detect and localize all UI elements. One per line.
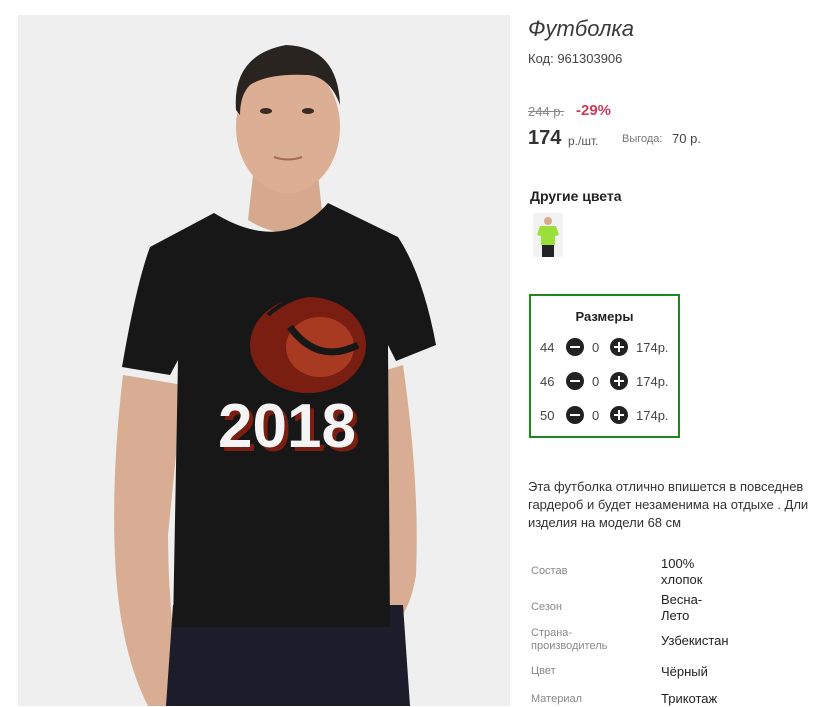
spec-value: Весна- Лето [661,592,703,623]
spec-label: Цвет [531,665,556,677]
size-label: 50 [540,408,555,423]
spec-label: Материал [531,693,582,705]
product-description: Эта футболка отлично впишется в повседне… [528,479,809,530]
spec-value: Чёрный [661,664,708,679]
product-title: Футболка [528,16,634,41]
size-label: 44 [540,340,555,355]
quantity-value: 0 [592,340,600,355]
current-price: 174 [528,127,562,149]
size-label: 46 [540,374,555,389]
benefit-value: 70 р. [672,131,701,146]
increase-quantity-button[interactable] [610,338,628,356]
price-unit: р./шт. [568,134,599,148]
size-row: 46 0 174р. [531,372,678,392]
spec-label: Страна- производитель [531,627,608,652]
spec-value: 100% хлопок [661,556,703,587]
spec-value: Узбекистан [661,633,729,648]
other-colors-heading: Другие цвета [530,188,622,204]
spec-value: Трикотаж [661,691,718,706]
old-price: 244 р. [528,104,565,119]
sizes-panel: Размеры 44 0 174р. 46 0 174р. 50 0 174р. [529,294,680,438]
discount-badge: -29% [576,102,612,119]
decrease-quantity-button[interactable] [566,338,584,356]
quantity-value: 0 [592,408,600,423]
color-variant-thumbnail[interactable] [533,213,563,257]
size-row: 50 0 174р. [531,406,678,426]
shirt-print-text: 2018 [218,392,356,461]
benefit-label: Выгода: [622,133,663,145]
decrease-quantity-button[interactable] [566,372,584,390]
size-row: 44 0 174р. [531,338,678,358]
decrease-quantity-button[interactable] [566,406,584,424]
size-price: 174р. [636,340,669,355]
quantity-value: 0 [592,374,600,389]
size-price: 174р. [636,374,669,389]
increase-quantity-button[interactable] [610,406,628,424]
sizes-heading: Размеры [575,309,634,324]
product-photo[interactable]: 2018 2018 [18,15,510,706]
product-code: Код: 961303906 [528,51,623,66]
spec-label: Состав [531,565,568,577]
spec-label: Сезон [531,601,562,613]
size-price: 174р. [636,408,669,423]
increase-quantity-button[interactable] [610,372,628,390]
